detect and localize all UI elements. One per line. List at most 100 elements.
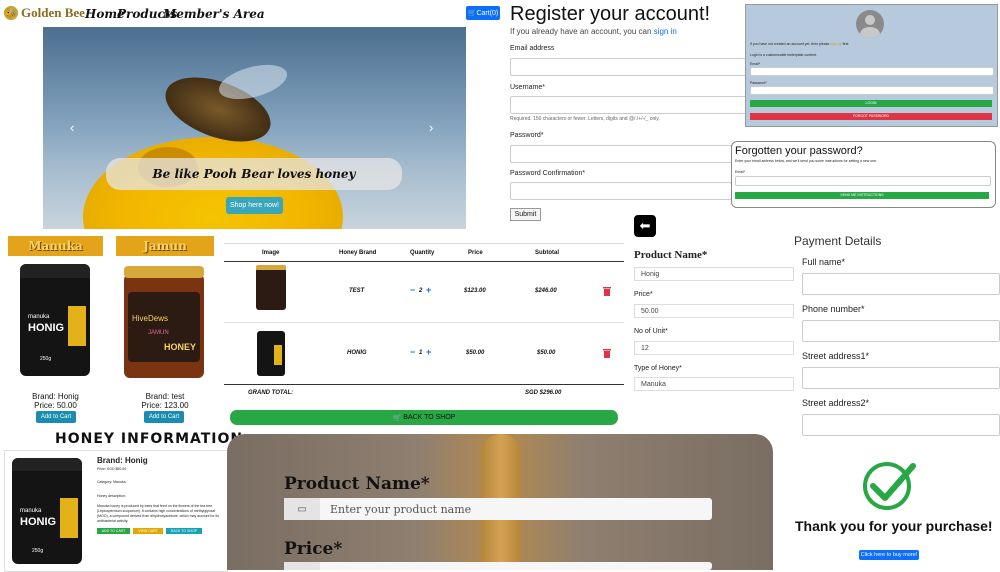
register-title: Register your account! — [510, 3, 711, 25]
honey-info-description: Manuka honey is produced by bees that fe… — [97, 504, 219, 523]
cart-item-image — [257, 331, 285, 376]
product-name-input[interactable]: Honig — [634, 267, 794, 281]
cart-item-qty: 1 — [419, 350, 423, 356]
bee-icon: 🐝 — [4, 6, 18, 20]
honey-type-select[interactable]: Manuka — [634, 377, 794, 391]
back-to-shop-button[interactable]: 🛒 BACK TO SHOP — [230, 410, 618, 425]
cart-header-brand: Honey Brand — [339, 250, 377, 256]
navbar: 🐝 Golden Bee Home Products Member's Area… — [0, 0, 502, 26]
honey-info-desc-label: Honey description: — [97, 494, 126, 498]
card-icon: ▭ — [284, 498, 320, 520]
payment-title: Payment Details — [794, 234, 882, 248]
password-confirm-input[interactable] — [510, 182, 732, 200]
back-arrow-icon[interactable]: ⬅ — [634, 215, 656, 237]
info-view-cart-button[interactable]: VIEW CART — [133, 528, 163, 534]
qty-decrease-icon[interactable]: − — [410, 285, 415, 295]
large-product-label: Product Name* — [284, 474, 430, 494]
cart-item-subtotal: $246.00 — [535, 288, 557, 294]
price-input[interactable]: 50.00 — [634, 304, 794, 318]
email-input[interactable] — [510, 58, 748, 76]
honey-info-brand: Brand: Honig — [97, 456, 148, 465]
success-check-icon — [863, 462, 916, 510]
product-image-jamun[interactable]: HiveDews JAMUN HONEY — [124, 266, 204, 378]
trash-icon[interactable] — [603, 286, 611, 296]
grand-total-value: SGD $296.00 — [525, 390, 562, 396]
login-button[interactable]: LOGIN — [750, 100, 992, 107]
password-label: Password* — [510, 132, 544, 139]
fullname-input[interactable] — [802, 273, 1000, 295]
product-form-title: Product Name* — [634, 249, 708, 261]
login-info-end: first. — [842, 42, 850, 46]
qty-increase-icon[interactable]: + — [426, 285, 431, 295]
cart-label: Cart(0) — [476, 9, 499, 17]
signup-link[interactable]: sign up — [830, 42, 841, 46]
honey-info-price: Price: SGD $50.00 — [97, 467, 127, 471]
cart-header-image: Image — [262, 250, 280, 256]
add-to-cart-button[interactable]: Add to Cart — [36, 411, 76, 423]
honey-type-label: Type of Honey* — [634, 365, 682, 372]
honey-info-image: manuka HONIG 250g — [12, 458, 82, 564]
cart-item-price: $123.00 — [464, 288, 486, 294]
username-input[interactable] — [510, 96, 748, 114]
street1-input[interactable] — [802, 367, 1000, 389]
qty-increase-icon[interactable]: + — [426, 347, 431, 357]
large-price-label: Price* — [284, 539, 343, 559]
login-password-label: Password* — [750, 81, 767, 85]
product-price: Price: 50.00 — [34, 401, 77, 410]
cart-item-brand: TEST — [349, 288, 365, 294]
street1-label: Street address1* — [802, 351, 870, 361]
cart-icon: 🛒 — [467, 10, 477, 17]
info-add-to-cart-button[interactable]: ADD TO CART — [97, 528, 130, 534]
product-image-honig[interactable]: manuka HONIG 250g — [20, 264, 90, 376]
cart-item-price: $50.00 — [466, 350, 485, 356]
hero-caption: Be like Pooh Bear loves honey — [106, 158, 402, 190]
street2-input[interactable] — [802, 414, 1000, 436]
forgot-title: Forgotten your password? — [735, 145, 863, 157]
product-banner-jamun: Jamun — [116, 236, 214, 256]
product-card: HiveDews JAMUN HONEY Brand: test Price: … — [116, 256, 214, 426]
forgot-email-input[interactable] — [735, 176, 991, 186]
honey-info-category: Category: Manuka — [97, 480, 126, 484]
price-label: Price* — [634, 291, 653, 298]
brand-logo[interactable]: 🐝 Golden Bee — [4, 4, 85, 22]
product-card: manuka HONIG 250g Brand: Honig Price: 50… — [8, 256, 103, 426]
phone-input[interactable] — [802, 320, 1000, 342]
large-product-input[interactable]: ▭ Enter your product name — [284, 498, 712, 520]
forgot-password-button[interactable]: FORGOT PASSWORD — [750, 113, 992, 120]
username-label: Username* — [510, 84, 546, 91]
register-subtitle-text: If you already have an account, you can — [510, 27, 652, 36]
carousel-next-icon[interactable]: › — [429, 120, 433, 135]
password-input[interactable] — [510, 145, 732, 163]
add-to-cart-button[interactable]: Add to Cart — [144, 411, 184, 423]
large-product-placeholder: Enter your product name — [330, 502, 472, 516]
grand-total-label: GRAND TOTAL: — [248, 390, 294, 396]
cart-table-top-border — [224, 243, 624, 244]
signin-link[interactable]: sign in — [654, 27, 677, 36]
buy-more-button[interactable]: Click here to buy more! — [859, 550, 919, 560]
product-brand: Brand: test — [145, 392, 185, 401]
nav-members-area[interactable]: Member's Area — [163, 7, 265, 21]
carousel-prev-icon[interactable]: ‹ — [70, 120, 74, 135]
cart-header-subtotal: Subtotal — [535, 250, 559, 256]
username-help: Required. 150 characters or fewer. Lette… — [510, 116, 660, 122]
cart-icon: 🛒 — [392, 414, 404, 422]
avatar-icon — [856, 10, 884, 38]
street2-label: Street address2* — [802, 398, 870, 408]
honey-info-title: HONEY INFORMATION — [55, 431, 244, 447]
cart-header-quantity: Quantity — [410, 250, 435, 256]
send-instructions-button[interactable]: SEND ME INSTRUCTIONS — [735, 192, 989, 199]
submit-button[interactable]: Submit — [510, 208, 541, 221]
shop-now-button[interactable]: Shop here now! — [226, 197, 283, 214]
product-price: Price: 123.00 — [141, 401, 189, 410]
units-input[interactable]: 12 — [634, 341, 794, 355]
large-price-input[interactable] — [284, 562, 712, 570]
info-back-to-shop-button[interactable]: BACK TO SHOP — [166, 528, 202, 534]
qty-decrease-icon[interactable]: − — [410, 347, 415, 357]
trash-icon[interactable] — [603, 348, 611, 358]
cart-item-brand: HONIG — [347, 350, 367, 356]
login-email-label: Email* — [750, 62, 761, 66]
cart-button[interactable]: 🛒 Cart(0) — [466, 6, 500, 20]
login-password-input[interactable] — [750, 86, 994, 95]
login-email-input[interactable] — [750, 67, 994, 76]
back-to-shop-label: BACK TO SHOP — [403, 414, 456, 421]
